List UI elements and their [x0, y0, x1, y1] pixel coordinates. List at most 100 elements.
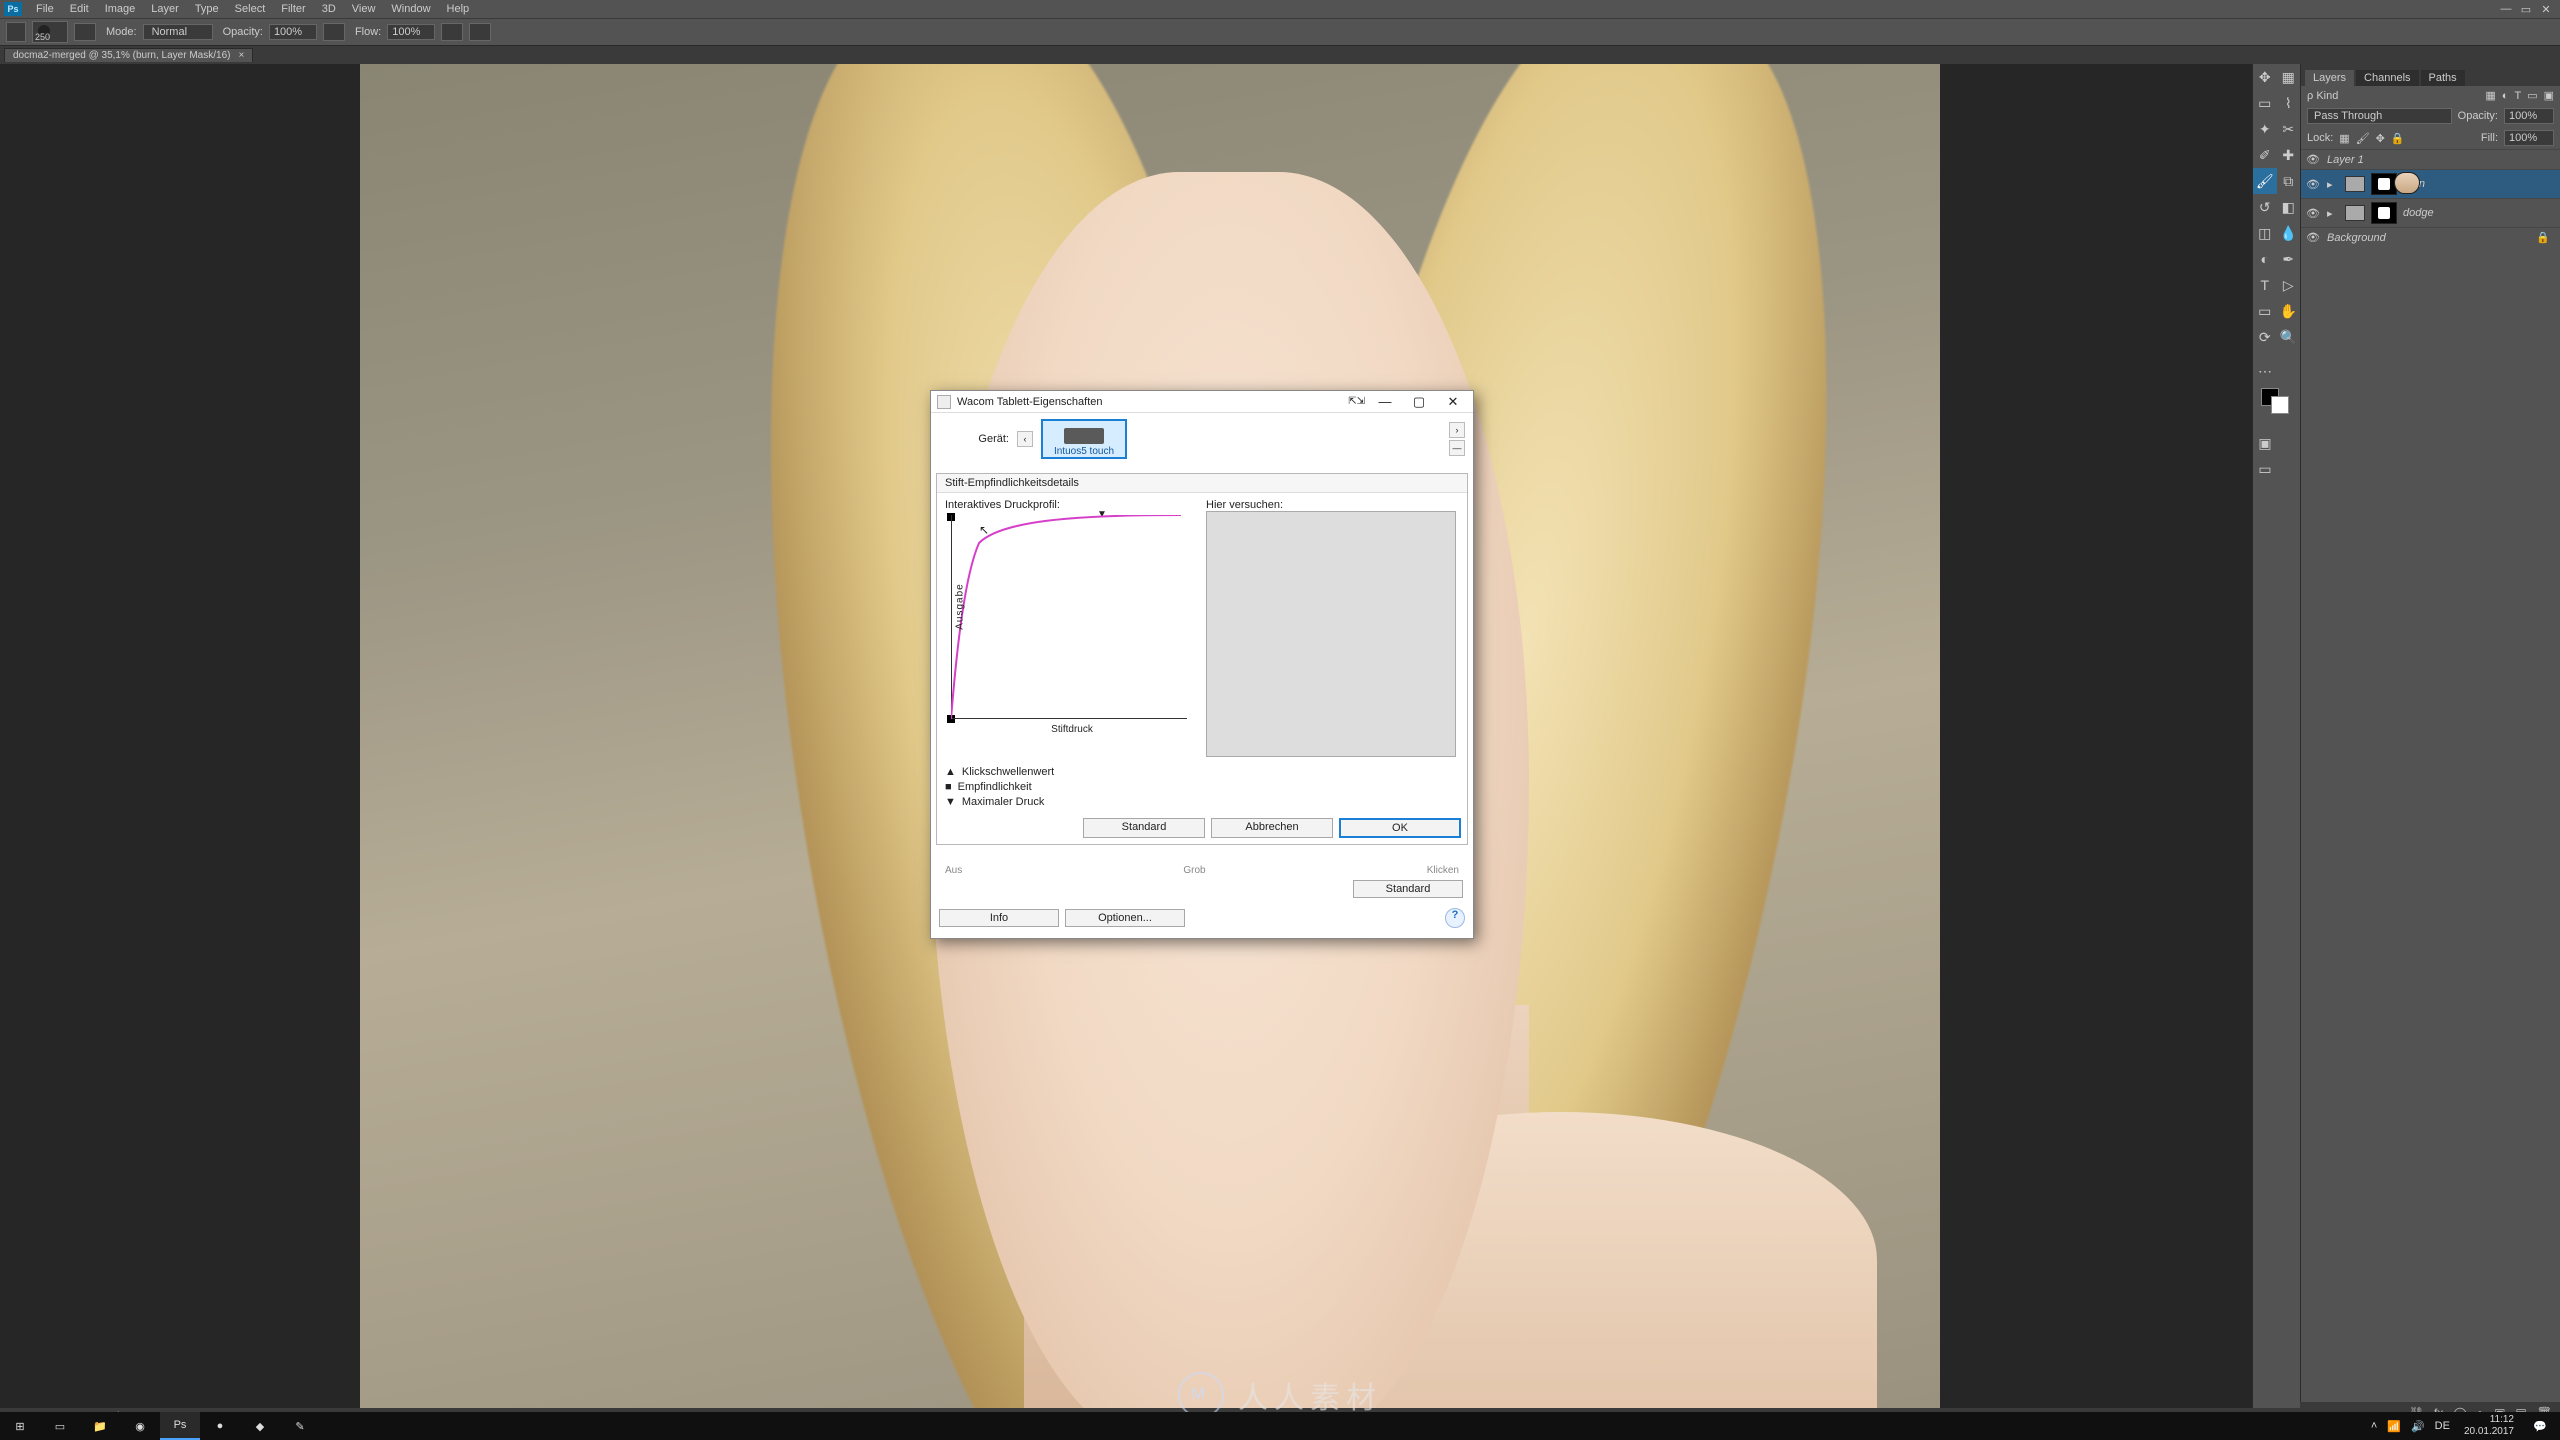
sens-ok-button[interactable]: OK [1339, 818, 1461, 838]
tab-layers[interactable]: Layers [2305, 70, 2354, 86]
group-toggle[interactable]: ▸ [2327, 207, 2339, 220]
device-next[interactable]: › [1449, 422, 1465, 438]
layer-name[interactable]: Layer 1 [2327, 154, 2364, 166]
airbrush-toggle[interactable] [441, 23, 463, 41]
menu-type[interactable]: Type [187, 3, 227, 15]
menu-image[interactable]: Image [97, 3, 144, 15]
menu-window[interactable]: Window [383, 3, 438, 15]
size-pressure-toggle[interactable] [469, 23, 491, 41]
try-here-canvas[interactable] [1206, 511, 1456, 757]
filter-shape-icon[interactable]: ▭ [2527, 89, 2537, 102]
document-tab-close[interactable]: × [238, 50, 244, 61]
layer-mask-thumb[interactable] [2371, 173, 2397, 195]
tray-volume-icon[interactable]: 🔊 [2411, 1420, 2425, 1433]
tool-shape[interactable]: ▭ [2253, 298, 2277, 324]
current-tool-icon[interactable] [6, 22, 26, 42]
group-toggle[interactable]: ▸ [2327, 178, 2339, 191]
brush-preset-picker[interactable]: 250 [32, 21, 68, 43]
tool-wand[interactable]: ✦ [2253, 116, 2277, 142]
tray-lang-icon[interactable]: DE [2435, 1420, 2450, 1432]
tool-eyedropper[interactable]: ✐ [2253, 142, 2277, 168]
system-tray[interactable]: ˄ 📶 🔊 DE [2371, 1420, 2458, 1433]
layer-row[interactable]: 👁 Background 🔒 [2301, 227, 2560, 247]
tool-edit-toolbar[interactable]: ⋯ [2253, 358, 2277, 384]
menu-view[interactable]: View [344, 3, 384, 15]
tool-pen[interactable]: ✒ [2277, 246, 2301, 272]
layer-name[interactable]: dodge [2403, 207, 2434, 219]
menu-layer[interactable]: Layer [143, 3, 187, 15]
tool-artboard[interactable]: ▦ [2277, 64, 2301, 90]
tool-path[interactable]: ▷ [2277, 272, 2301, 298]
menu-select[interactable]: Select [227, 3, 274, 15]
visibility-toggle[interactable]: 👁 [2305, 178, 2321, 191]
layer-name[interactable]: Background [2327, 232, 2386, 244]
filter-smart-icon[interactable]: ▣ [2544, 89, 2554, 102]
lock-position-icon[interactable]: ✥ [2376, 132, 2385, 145]
task-view-button[interactable]: ▭ [40, 1412, 80, 1440]
tool-blur[interactable]: 💧 [2277, 220, 2301, 246]
quick-mask-toggle[interactable]: ▣ [2253, 430, 2277, 456]
tool-brush[interactable]: 🖌 [2253, 168, 2277, 194]
panel-opacity-input[interactable]: 100% [2504, 108, 2554, 124]
visibility-toggle[interactable]: 👁 [2305, 207, 2321, 220]
taskbar-obs[interactable]: ● [200, 1412, 240, 1440]
layer-row[interactable]: 👁 Layer 1 [2301, 149, 2560, 169]
wacom-minimize[interactable]: — [1371, 394, 1399, 409]
wacom-help-button[interactable]: ? [1445, 908, 1465, 928]
lock-all-icon[interactable]: 🔒 [2391, 132, 2405, 145]
taskbar-photoshop[interactable]: Ps [160, 1412, 200, 1440]
device-menu[interactable]: — [1449, 440, 1465, 456]
blend-mode-select-panel[interactable]: Pass Through [2307, 108, 2452, 124]
opacity-input[interactable]: 100% [269, 24, 317, 40]
taskbar-explorer[interactable]: 📁 [80, 1412, 120, 1440]
brush-panel-toggle[interactable] [74, 23, 96, 41]
sens-standard-button[interactable]: Standard [1083, 818, 1205, 838]
menu-help[interactable]: Help [439, 3, 478, 15]
taskbar-chrome[interactable]: ◉ [120, 1412, 160, 1440]
tray-chevron[interactable]: ˄ [2371, 1420, 2377, 1432]
wacom-standard-button[interactable]: Standard [1353, 880, 1463, 898]
tab-channels[interactable]: Channels [2356, 70, 2418, 86]
menu-file[interactable]: File [28, 3, 62, 15]
start-button[interactable]: ⊞ [0, 1412, 40, 1440]
layer-mask-thumb[interactable] [2371, 202, 2397, 224]
window-close[interactable]: ✕ [2536, 3, 2556, 16]
wacom-maximize[interactable]: ▢ [1405, 394, 1433, 410]
layer-thumb[interactable] [2394, 172, 2420, 194]
filter-pixel-icon[interactable]: ▦ [2485, 89, 2495, 102]
lock-pixels-icon[interactable]: 🖌 [2356, 132, 2370, 145]
tool-zoom[interactable]: 🔍 [2277, 324, 2301, 350]
visibility-toggle[interactable]: 👁 [2305, 231, 2321, 244]
document-tab[interactable]: docma2-merged @ 35,1% (burn, Layer Mask/… [4, 48, 253, 62]
screen-mode-toggle[interactable]: ▭ [2253, 456, 2277, 482]
visibility-toggle[interactable]: 👁 [2305, 153, 2321, 166]
fill-input[interactable]: 100% [2504, 130, 2554, 146]
wacom-pin-icon[interactable]: ⇱⇲ [1348, 396, 1365, 407]
taskbar-app-a[interactable]: ◆ [240, 1412, 280, 1440]
layer-row[interactable]: 👁 ▸ burn [2301, 169, 2560, 198]
tool-eraser[interactable]: ◧ [2277, 194, 2301, 220]
menu-filter[interactable]: Filter [273, 3, 313, 15]
tab-paths[interactable]: Paths [2421, 70, 2465, 86]
lock-transparency-icon[interactable]: ▦ [2339, 132, 2349, 145]
menu-3d[interactable]: 3D [314, 3, 344, 15]
window-minimize[interactable]: — [2496, 3, 2516, 15]
opacity-pressure-toggle[interactable] [323, 23, 345, 41]
tool-rotate[interactable]: ⟳ [2253, 324, 2277, 350]
device-prev[interactable]: ‹ [1017, 431, 1033, 447]
device-tile[interactable]: Intuos5 touch [1041, 419, 1127, 459]
tool-crop[interactable]: ✂ [2277, 116, 2301, 142]
background-color[interactable] [2271, 396, 2289, 414]
sens-cancel-button[interactable]: Abbrechen [1211, 818, 1333, 838]
blend-mode-select[interactable]: Normal [143, 24, 213, 40]
menu-edit[interactable]: Edit [62, 3, 97, 15]
action-center-button[interactable]: 💬 [2520, 1412, 2560, 1440]
wacom-info-button[interactable]: Info [939, 909, 1059, 927]
wacom-close[interactable]: ✕ [1439, 394, 1467, 410]
flow-input[interactable]: 100% [387, 24, 435, 40]
tool-history-brush[interactable]: ↺ [2253, 194, 2277, 220]
tool-move[interactable]: ✥ [2253, 64, 2277, 90]
tool-stamp[interactable]: ⧉ [2277, 168, 2301, 194]
window-restore[interactable]: ▭ [2516, 3, 2536, 16]
tool-type[interactable]: T [2253, 272, 2277, 298]
